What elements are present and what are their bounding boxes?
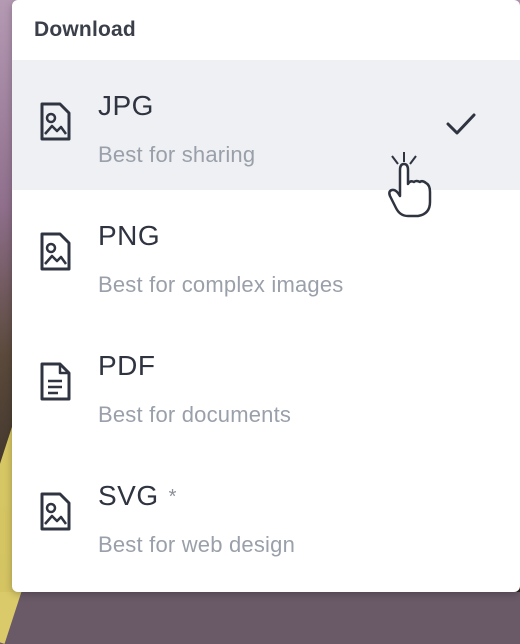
hand-pointer-cursor-icon [388,152,432,218]
image-file-icon [40,102,71,141]
pro-badge-icon: * [168,486,177,509]
format-description: Best for web design [98,532,296,557]
format-option-pdf[interactable]: PDF Best for documents [12,320,520,450]
format-description: Best for sharing [98,142,256,167]
download-format-menu: Download JPG Best for sharing PNG Best f [12,0,520,592]
format-description: Best for documents [98,402,292,427]
checkmark-icon [446,113,476,135]
format-option-png[interactable]: PNG Best for complex images [12,190,520,320]
format-option-svg[interactable]: SVG * Best for web design [12,450,520,580]
document-file-icon [40,362,71,401]
image-file-icon [40,232,71,271]
format-description: Best for complex images [98,272,344,297]
format-label: PNG [98,220,161,251]
format-list: JPG Best for sharing PNG Best for comple… [12,60,520,580]
format-option-jpg[interactable]: JPG Best for sharing [12,60,520,190]
format-label-row: SVG * [98,480,177,512]
format-label: PDF [98,350,156,381]
format-label: JPG [98,90,154,121]
image-file-icon [40,492,71,531]
format-label: SVG [98,480,159,511]
menu-title: Download [34,18,136,41]
